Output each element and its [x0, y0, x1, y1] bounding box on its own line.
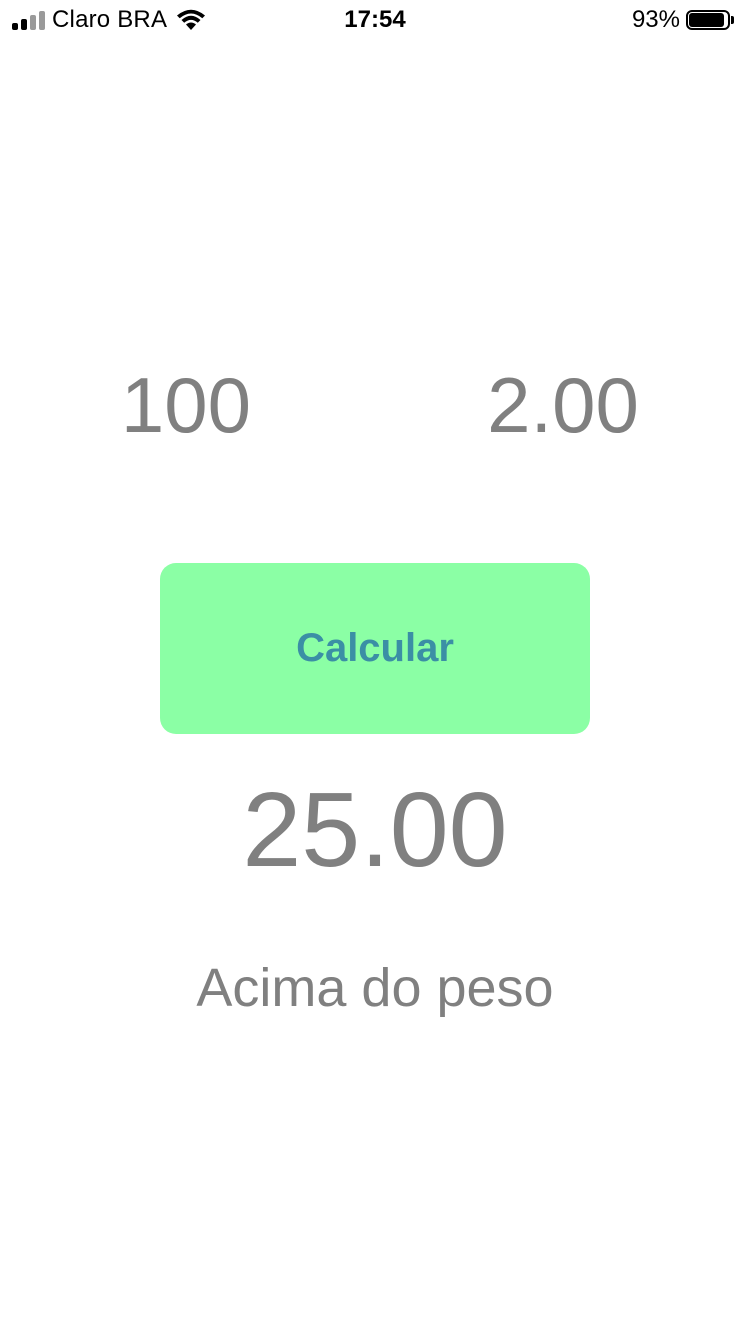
- battery-percentage: 93%: [631, 6, 680, 33]
- battery-icon: [686, 10, 736, 32]
- status-bar: Claro BRA 17:54 93%: [0, 0, 750, 40]
- inputs-row: [0, 355, 750, 455]
- calculate-button[interactable]: Calcular: [160, 563, 590, 734]
- height-input[interactable]: [443, 355, 683, 455]
- weight-input[interactable]: [66, 355, 306, 455]
- result-label: Acima do peso: [196, 958, 554, 1018]
- result-value: 25.00: [242, 771, 508, 889]
